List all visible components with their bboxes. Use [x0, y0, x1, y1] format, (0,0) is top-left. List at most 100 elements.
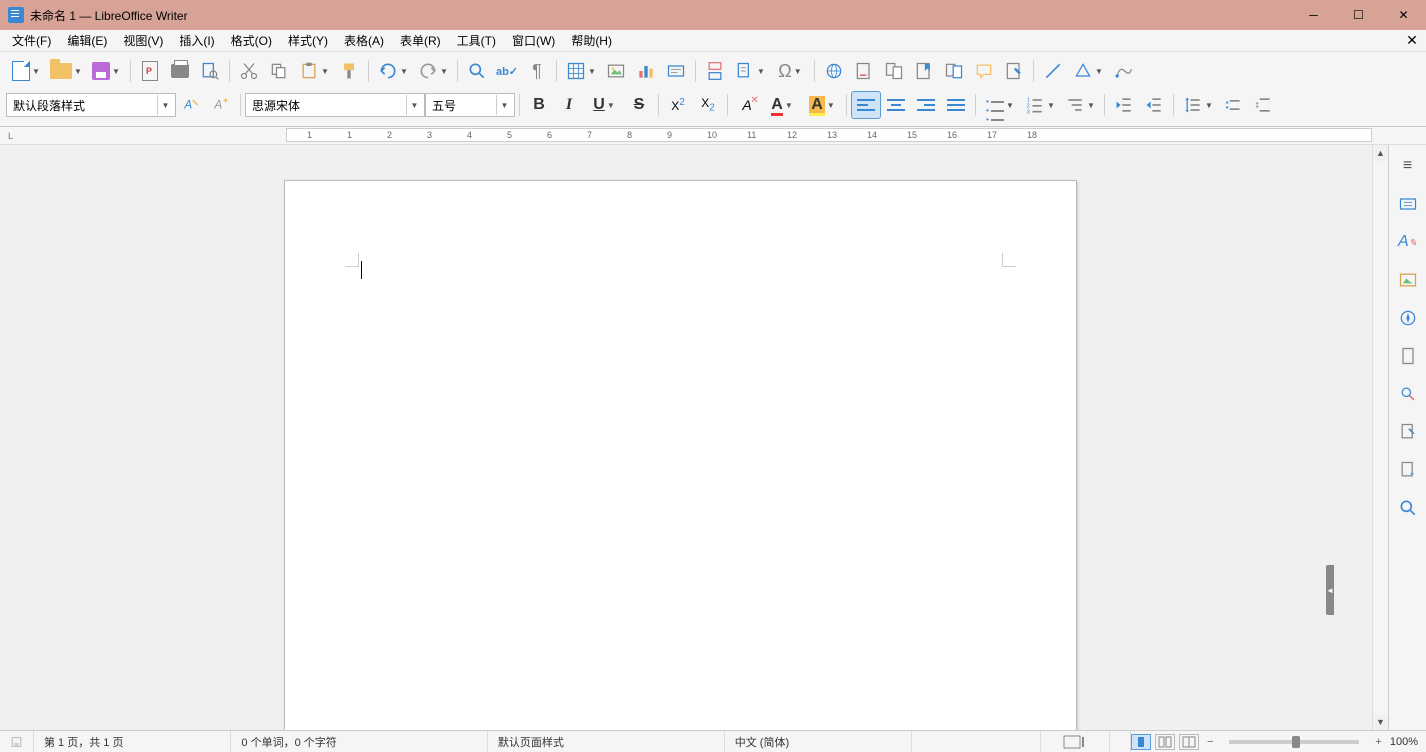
update-style-button[interactable]: A	[176, 91, 206, 119]
font-color-button[interactable]: A▼	[762, 91, 802, 119]
view-book-button[interactable]	[1179, 734, 1199, 750]
sidebar-menu-button[interactable]: ≡	[1395, 153, 1421, 179]
page-break-button[interactable]	[700, 57, 730, 85]
cut-button[interactable]	[234, 57, 264, 85]
insert-field-button[interactable]: ▼	[730, 57, 770, 85]
formatting-marks-button[interactable]: ¶	[522, 57, 552, 85]
special-char-button[interactable]: Ω▼	[770, 57, 810, 85]
italic-button[interactable]: I	[554, 91, 584, 119]
view-single-page-button[interactable]	[1131, 734, 1151, 750]
new-doc-button[interactable]: ▼	[6, 57, 46, 85]
basic-shapes-button[interactable]: ▼	[1068, 57, 1108, 85]
menu-format[interactable]: 格式(O)	[223, 30, 280, 51]
menu-help[interactable]: 帮助(H)	[563, 30, 620, 51]
menu-view[interactable]: 视图(V)	[115, 30, 171, 51]
scroll-track[interactable]	[1373, 161, 1388, 714]
footnote-button[interactable]	[849, 57, 879, 85]
strikethrough-button[interactable]: S	[624, 91, 654, 119]
hyperlink-button[interactable]	[819, 57, 849, 85]
insert-table-button[interactable]: ▼	[561, 57, 601, 85]
menu-edit[interactable]: 编辑(E)	[59, 30, 115, 51]
subscript-button[interactable]: X2	[693, 91, 723, 119]
menu-styles[interactable]: 样式(Y)	[280, 30, 336, 51]
sidebar-styles-button[interactable]: A✎	[1395, 229, 1421, 255]
document-area[interactable]: ◄	[0, 145, 1372, 730]
align-left-button[interactable]	[851, 91, 881, 119]
view-multi-page-button[interactable]	[1155, 734, 1175, 750]
sidebar-properties-button[interactable]	[1395, 191, 1421, 217]
sidebar-style-inspector-button[interactable]	[1395, 381, 1421, 407]
increase-para-spacing-button[interactable]	[1218, 91, 1248, 119]
align-justify-button[interactable]	[941, 91, 971, 119]
status-language[interactable]: 中文 (简体)	[725, 731, 913, 752]
decrease-indent-button[interactable]	[1139, 91, 1169, 119]
sidebar-find-button[interactable]	[1395, 495, 1421, 521]
align-right-button[interactable]	[911, 91, 941, 119]
insert-textbox-button[interactable]	[661, 57, 691, 85]
insert-line-button[interactable]	[1038, 57, 1068, 85]
close-button[interactable]: ✕	[1381, 0, 1426, 30]
minimize-button[interactable]: ─	[1291, 0, 1336, 30]
cross-ref-button[interactable]	[939, 57, 969, 85]
insert-chart-button[interactable]	[631, 57, 661, 85]
find-replace-button[interactable]	[462, 57, 492, 85]
superscript-button[interactable]: X2	[663, 91, 693, 119]
zoom-out-button[interactable]: −	[1207, 736, 1213, 748]
status-word-count[interactable]: 0 个单词，0 个字符	[231, 731, 488, 752]
outline-list-button[interactable]: ▼	[1060, 91, 1100, 119]
bold-button[interactable]: B	[524, 91, 554, 119]
export-pdf-button[interactable]	[135, 57, 165, 85]
save-button[interactable]: ▼	[86, 57, 126, 85]
new-style-button[interactable]: A✦	[206, 91, 236, 119]
status-signature[interactable]	[1110, 731, 1131, 752]
increase-indent-button[interactable]	[1109, 91, 1139, 119]
draw-functions-button[interactable]	[1108, 57, 1138, 85]
print-button[interactable]	[165, 57, 195, 85]
comment-button[interactable]	[969, 57, 999, 85]
number-list-button[interactable]: 123▼	[1020, 91, 1060, 119]
endnote-button[interactable]	[879, 57, 909, 85]
status-selection-mode[interactable]	[1041, 731, 1110, 752]
paragraph-style-combo[interactable]: 默认段落样式 ▼	[6, 93, 176, 117]
menu-tools[interactable]: 工具(T)	[449, 30, 504, 51]
print-preview-button[interactable]	[195, 57, 225, 85]
bookmark-button[interactable]	[909, 57, 939, 85]
track-changes-button[interactable]	[999, 57, 1029, 85]
maximize-button[interactable]: ☐	[1336, 0, 1381, 30]
menu-table[interactable]: 表格(A)	[336, 30, 392, 51]
sidebar-collapse-handle[interactable]: ◄	[1326, 565, 1334, 615]
sidebar-accessibility-button[interactable]: +	[1395, 457, 1421, 483]
scroll-down-button[interactable]: ▼	[1373, 714, 1388, 730]
vertical-scrollbar[interactable]: ▲ ▼	[1372, 145, 1388, 730]
menu-form[interactable]: 表单(R)	[392, 30, 449, 51]
underline-button[interactable]: U▼	[584, 91, 624, 119]
decrease-para-spacing-button[interactable]	[1248, 91, 1278, 119]
sidebar-navigator-button[interactable]	[1395, 305, 1421, 331]
open-button[interactable]: ▼	[46, 57, 86, 85]
redo-button[interactable]: ▼	[413, 57, 453, 85]
sidebar-page-button[interactable]	[1395, 343, 1421, 369]
align-center-button[interactable]	[881, 91, 911, 119]
line-spacing-button[interactable]: ▼	[1178, 91, 1218, 119]
highlight-button[interactable]: A▼	[802, 91, 842, 119]
spellcheck-button[interactable]: ab✓	[492, 57, 522, 85]
menu-window[interactable]: 窗口(W)	[504, 30, 563, 51]
bullet-list-button[interactable]: ▼	[980, 91, 1020, 119]
sidebar-gallery-button[interactable]	[1395, 267, 1421, 293]
font-size-combo[interactable]: 五号 ▼	[425, 93, 515, 117]
page[interactable]	[284, 180, 1077, 730]
clone-format-button[interactable]	[334, 57, 364, 85]
status-save-indicator[interactable]	[0, 731, 34, 752]
paste-button[interactable]: ▼	[294, 57, 334, 85]
scroll-up-button[interactable]: ▲	[1373, 145, 1388, 161]
menu-file[interactable]: 文件(F)	[4, 30, 59, 51]
horizontal-ruler[interactable]: 1123456789101112131415161718	[286, 128, 1372, 142]
status-insert-mode[interactable]	[912, 731, 1040, 752]
undo-button[interactable]: ▼	[373, 57, 413, 85]
insert-image-button[interactable]	[601, 57, 631, 85]
status-page-style[interactable]: 默认页面样式	[488, 731, 725, 752]
zoom-slider[interactable]	[1229, 740, 1359, 744]
menu-insert[interactable]: 插入(I)	[171, 30, 222, 51]
status-page-info[interactable]: 第 1 页，共 1 页	[34, 731, 231, 752]
close-document-button[interactable]: ✕	[1404, 32, 1420, 48]
